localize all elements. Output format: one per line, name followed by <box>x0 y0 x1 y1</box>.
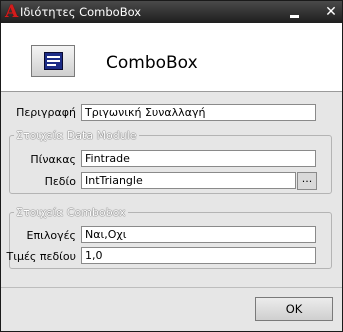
header-panel: ComboBox <box>1 23 342 92</box>
combobox-caption: Στοιχεία Combobox <box>14 206 128 219</box>
field-input[interactable]: IntTriangle <box>81 172 296 189</box>
footer-divider <box>1 287 342 288</box>
field-label: Πεδίο <box>44 175 76 188</box>
title-bar[interactable]: A Ιδιότητες ComboBox ✕ <box>1 1 342 23</box>
data-module-caption: Στοιχεία Data Module <box>14 129 139 142</box>
header-title: ComboBox <box>106 53 198 73</box>
table-field[interactable]: Fintrade <box>81 150 316 167</box>
browse-button[interactable]: ... <box>297 172 317 190</box>
values-field[interactable]: 1,0 <box>81 247 316 264</box>
minimize-button[interactable] <box>287 4 303 20</box>
close-button[interactable]: ✕ <box>323 4 339 20</box>
description-label: Περιγραφή <box>16 106 76 119</box>
values-label: Τιμές πεδίου <box>6 250 76 263</box>
options-field[interactable]: Ναι,Οχι <box>81 226 316 243</box>
description-field[interactable]: Τριγωνική Συναλλαγή <box>81 104 316 121</box>
properties-dialog: A Ιδιότητες ComboBox ✕ ComboBox Περιγραφ… <box>0 0 343 332</box>
window-title: Ιδιότητες ComboBox <box>20 5 142 19</box>
table-label: Πίνακας <box>30 153 76 166</box>
ok-button[interactable]: OK <box>255 297 333 321</box>
app-logo-icon: A <box>5 2 19 22</box>
options-label: Επιλογές <box>26 229 76 242</box>
combobox-icon <box>31 45 75 77</box>
